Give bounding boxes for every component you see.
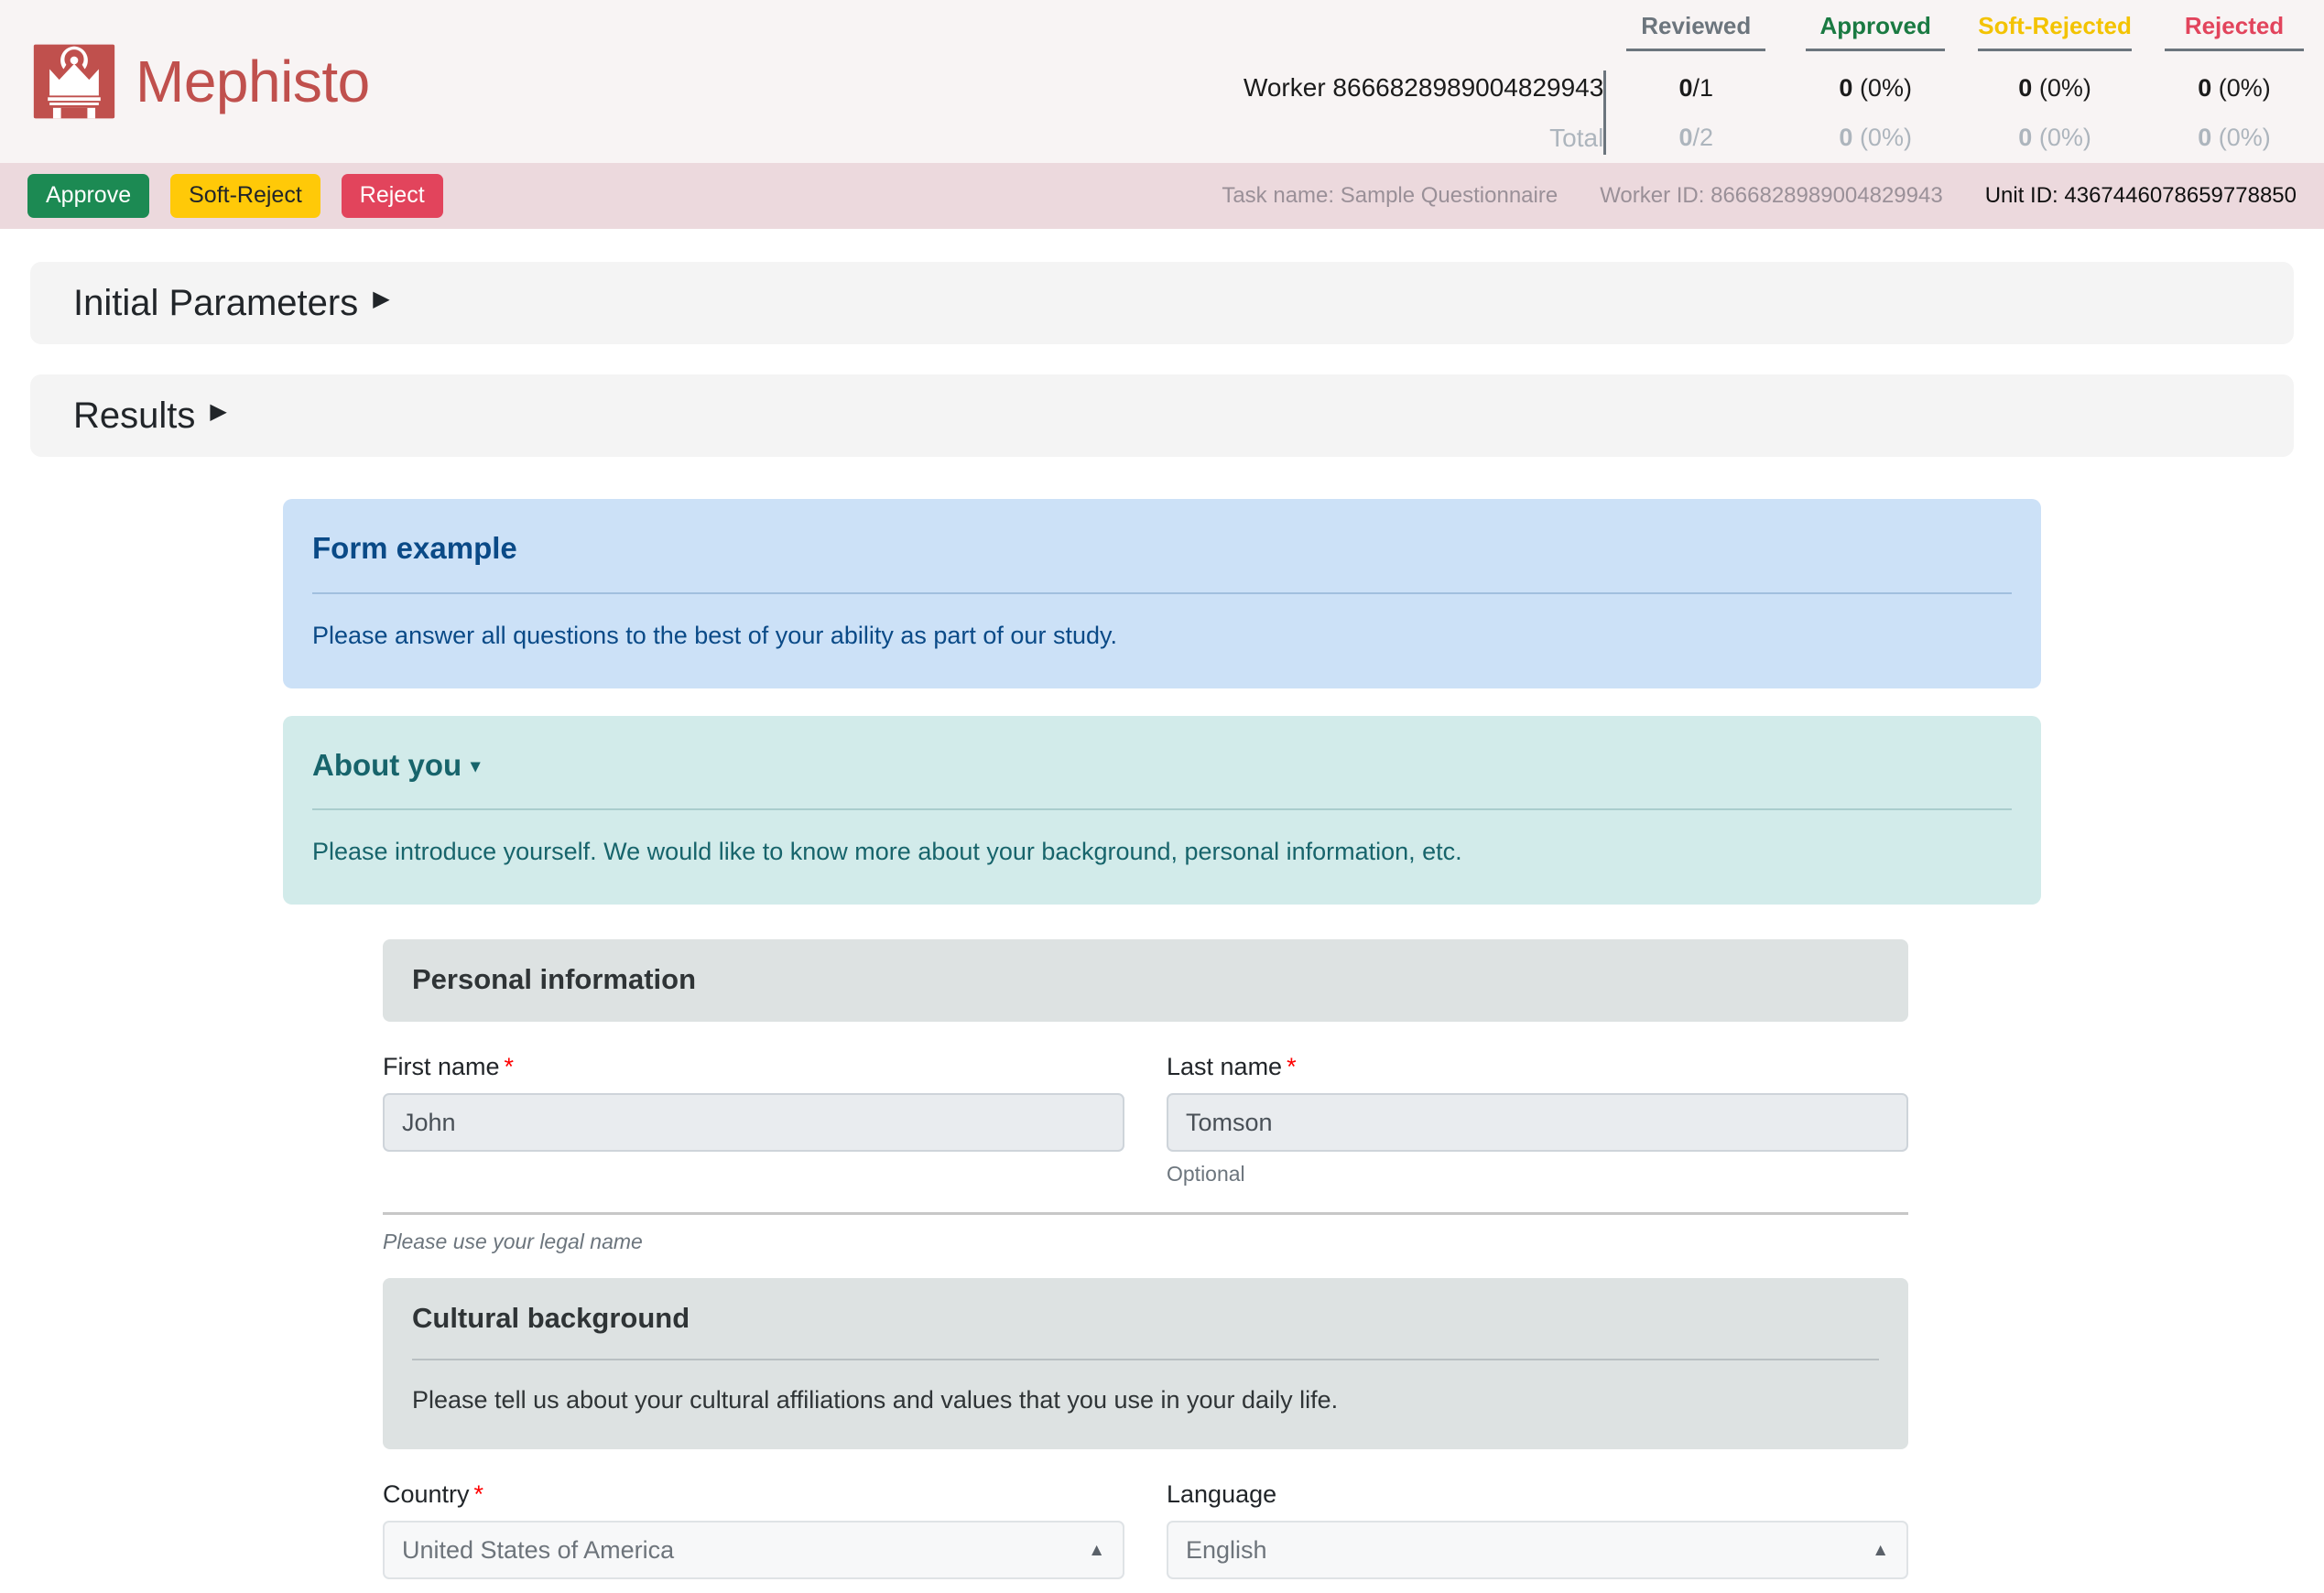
form-intro-divider bbox=[312, 591, 2012, 594]
stats-total-rejected: 0 (0%) bbox=[2198, 124, 2271, 152]
personal-information-divider bbox=[383, 1212, 1908, 1216]
last-name-input[interactable] bbox=[1167, 1093, 1908, 1153]
stats-worker-rejected: 0 (0%) bbox=[2198, 73, 2271, 102]
review-action-bar: Approve Soft-Reject Reject Task name: Sa… bbox=[0, 163, 2324, 229]
required-marker: * bbox=[1287, 1053, 1297, 1081]
first-name-input[interactable] bbox=[383, 1093, 1124, 1153]
form-section-heading-text: About you bbox=[312, 747, 462, 782]
language-label: Language bbox=[1167, 1480, 1277, 1509]
form-intro-alert: Form example Please answer all questions… bbox=[283, 499, 2041, 688]
stats-total-reviewed: 0/2 bbox=[1678, 124, 1714, 152]
collapsible-results-label: Results bbox=[73, 395, 196, 436]
stats-column-rejected: Rejected bbox=[2145, 0, 2324, 63]
form-section-body: Please introduce yourself. We would like… bbox=[312, 838, 1462, 866]
app-header: Mephisto Reviewed Approved Soft-Rejected… bbox=[0, 0, 2324, 163]
mephisto-logo-icon bbox=[29, 38, 119, 125]
stats-worker-approved: 0 (0%) bbox=[1839, 73, 1912, 102]
brand-logo[interactable]: Mephisto bbox=[29, 38, 370, 125]
unit-metadata: Task name: Sample Questionnaire Worker I… bbox=[1222, 183, 2297, 209]
task-name-label: Task name: Sample Questionnaire bbox=[1222, 183, 1558, 208]
field-first-name: First name * bbox=[383, 1053, 1124, 1187]
country-select-value: United States of America bbox=[402, 1535, 675, 1564]
collapsible-initial-parameters-label: Initial Parameters bbox=[73, 282, 359, 323]
country-select[interactable]: United States of America ▲ bbox=[383, 1521, 1124, 1580]
form-section-heading: About you ▾ bbox=[312, 747, 2012, 784]
legal-name-note: Please use your legal name bbox=[383, 1230, 643, 1254]
stats-column-reviewed: Reviewed bbox=[1606, 0, 1786, 63]
stats-worker-soft-rejected: 0 (0%) bbox=[2018, 73, 2091, 102]
stats-row-worker: Worker 8666828989004829943 0/1 0 (0%) 0 … bbox=[1181, 63, 2324, 156]
field-country: Country* United States of America ▲ Sele… bbox=[383, 1480, 1124, 1593]
form-section-divider bbox=[312, 808, 2012, 811]
worker-id-label: Worker ID: 8666828989004829943 bbox=[1600, 183, 1943, 208]
stats-header-row: Reviewed Approved Soft-Rejected Rejected bbox=[1181, 0, 2324, 63]
first-name-label: First name * bbox=[383, 1053, 515, 1081]
form-section-alert-about-you[interactable]: About you ▾ Please introduce yourself. We… bbox=[283, 715, 2041, 905]
required-marker: * bbox=[504, 1053, 515, 1081]
last-name-label: Last name * bbox=[1167, 1053, 1297, 1081]
field-last-name: Last name* Optional bbox=[1167, 1053, 1908, 1187]
review-stats-table: Reviewed Approved Soft-Rejected Rejected… bbox=[1181, 0, 2324, 163]
fieldset-cultural-background-title: Cultural background bbox=[412, 1302, 690, 1335]
stats-row-label-worker: Worker 8666828989004829943 bbox=[1243, 73, 1604, 103]
fieldset-cultural-background-divider bbox=[412, 1359, 1879, 1361]
brand-name: Mephisto bbox=[136, 49, 370, 114]
fieldset-personal-information-title: Personal information bbox=[412, 963, 697, 996]
unit-id-label: Unit ID: 4367446078659778850 bbox=[1984, 183, 2297, 208]
language-select[interactable]: English ▲ bbox=[1167, 1521, 1908, 1580]
form-intro-heading: Form example bbox=[312, 531, 517, 565]
stats-column-soft-rejected: Soft-Rejected bbox=[1965, 0, 2145, 63]
fieldset-cultural-background-description: Please tell us about your cultural affil… bbox=[412, 1386, 1339, 1414]
chevron-down-icon: ▾ bbox=[471, 755, 481, 776]
stats-column-approved: Approved bbox=[1786, 0, 1965, 63]
chevron-right-icon: ▶ bbox=[210, 399, 227, 424]
chevron-up-icon: ▲ bbox=[1088, 1540, 1105, 1560]
personal-information-row: First name* Last name* Optional bbox=[383, 1053, 1908, 1187]
country-label: Country * bbox=[383, 1480, 484, 1509]
fieldset-personal-information: Personal information bbox=[383, 939, 1908, 1023]
cultural-background-row: Country* United States of America ▲ Sele… bbox=[383, 1480, 1908, 1593]
language-select-value: English bbox=[1186, 1535, 1267, 1564]
approve-button[interactable]: Approve bbox=[27, 174, 150, 218]
stats-total-soft-rejected: 0 (0%) bbox=[2018, 124, 2091, 152]
soft-reject-button[interactable]: Soft-Reject bbox=[170, 174, 320, 218]
form-intro-body: Please answer all questions to the best … bbox=[312, 621, 1117, 649]
chevron-up-icon: ▲ bbox=[1872, 1540, 1889, 1560]
field-language: Language English ▲ Select language spoke… bbox=[1167, 1480, 1908, 1593]
collapsible-results[interactable]: Results ▶ bbox=[30, 374, 2294, 457]
last-name-hint: Optional bbox=[1167, 1162, 1245, 1187]
stats-row-total: Total 0/2 0 (0%) 0 (0%) 0 (0%) bbox=[1181, 113, 2324, 163]
stats-row-label-total: Total bbox=[1549, 123, 1604, 152]
task-form: Form example Please answer all questions… bbox=[0, 499, 2324, 1593]
fieldset-cultural-background: Cultural background Please tell us about… bbox=[383, 1278, 1908, 1450]
reject-button[interactable]: Reject bbox=[341, 174, 443, 218]
required-marker: * bbox=[473, 1480, 484, 1509]
review-stats: Reviewed Approved Soft-Rejected Rejected… bbox=[1181, 0, 2324, 163]
stats-total-approved: 0 (0%) bbox=[1839, 124, 1912, 152]
collapsible-initial-parameters[interactable]: Initial Parameters ▶ bbox=[30, 262, 2294, 344]
form-fieldsets: Personal information First name* Last na… bbox=[383, 939, 1908, 1593]
chevron-right-icon: ▶ bbox=[373, 287, 390, 311]
stats-worker-reviewed: 0/1 bbox=[1678, 73, 1714, 102]
